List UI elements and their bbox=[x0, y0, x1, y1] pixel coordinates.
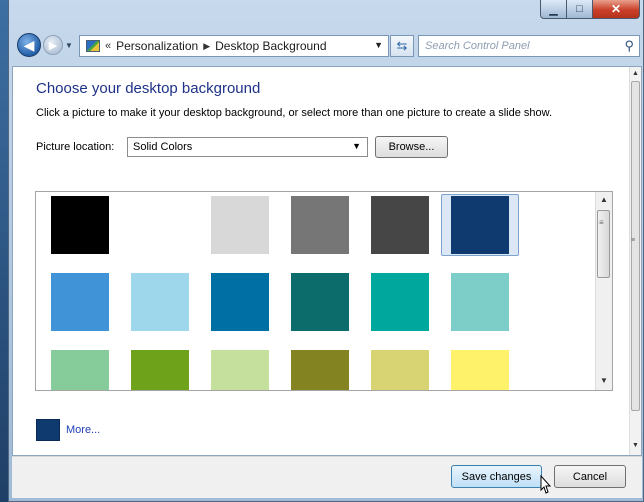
navigation-bar: ◀ ▶ ▼ « Personalization ▶ Desktop Backgr… bbox=[9, 29, 644, 63]
chevron-down-icon[interactable]: ▼ bbox=[352, 141, 361, 151]
color-swatch[interactable] bbox=[371, 350, 429, 390]
color-swatch[interactable] bbox=[131, 350, 189, 390]
color-swatch[interactable] bbox=[51, 273, 109, 331]
search-input[interactable] bbox=[419, 39, 617, 53]
color-swatch[interactable] bbox=[451, 196, 509, 254]
scroll-down-icon[interactable]: ▼ bbox=[632, 442, 639, 449]
refresh-icon: ⇆ bbox=[396, 38, 408, 53]
picture-location-label: Picture location: bbox=[36, 141, 115, 153]
scroll-up-icon[interactable]: ▲ bbox=[600, 195, 608, 204]
breadcrumb-separator-icon[interactable]: ▶ bbox=[203, 41, 210, 52]
search-icon[interactable]: ⚲ bbox=[624, 38, 634, 54]
color-swatch[interactable] bbox=[291, 350, 349, 390]
color-swatch[interactable] bbox=[451, 350, 509, 390]
address-bar[interactable]: « Personalization ▶ Desktop Background ▼ bbox=[79, 35, 389, 57]
page-title: Choose your desktop background bbox=[36, 80, 261, 97]
color-swatch[interactable] bbox=[51, 350, 109, 390]
grip-icon: ≡ bbox=[631, 237, 636, 244]
browse-button[interactable]: Browse... bbox=[375, 136, 448, 158]
color-swatch[interactable] bbox=[451, 273, 509, 331]
color-swatch[interactable] bbox=[371, 196, 429, 254]
minimize-button[interactable]: ▁ bbox=[540, 0, 567, 19]
scroll-down-icon[interactable]: ▼ bbox=[600, 376, 608, 385]
more-colors[interactable]: More... bbox=[36, 419, 100, 441]
color-swatch[interactable] bbox=[131, 196, 189, 254]
button-bar: Save changes Cancel bbox=[12, 456, 642, 498]
breadcrumb-overflow[interactable]: « bbox=[105, 40, 111, 52]
maximize-button[interactable]: □ bbox=[567, 0, 593, 19]
forward-button[interactable]: ▶ bbox=[43, 35, 63, 55]
color-swatch[interactable] bbox=[291, 273, 349, 331]
more-colors-link[interactable]: More... bbox=[66, 424, 100, 436]
grip-icon: ≡ bbox=[599, 218, 604, 227]
color-swatch[interactable] bbox=[51, 196, 109, 254]
color-swatch[interactable] bbox=[211, 196, 269, 254]
minimize-icon: ▁ bbox=[549, 3, 558, 16]
color-swatch[interactable] bbox=[211, 273, 269, 331]
address-dropdown-icon[interactable]: ▼ bbox=[374, 40, 383, 50]
page-scrollbar[interactable]: ▲ ≡ ▼ bbox=[629, 67, 641, 455]
back-button[interactable]: ◀ bbox=[17, 33, 41, 57]
color-swatch[interactable] bbox=[291, 196, 349, 254]
breadcrumb-desktop-background[interactable]: Desktop Background bbox=[215, 39, 326, 53]
color-swatch[interactable] bbox=[211, 350, 269, 390]
more-colors-swatch[interactable] bbox=[36, 419, 60, 441]
main-content: Choose your desktop background Click a p… bbox=[12, 66, 642, 456]
forward-arrow-icon: ▶ bbox=[48, 39, 58, 52]
page-instructions: Click a picture to make it your desktop … bbox=[36, 107, 553, 119]
mouse-pointer-icon bbox=[540, 475, 552, 494]
cancel-button[interactable]: Cancel bbox=[554, 465, 626, 488]
color-swatch[interactable] bbox=[371, 273, 429, 331]
control-panel-window: ▁ □ ✕ ◀ ▶ ▼ « Personalization ▶ Desktop … bbox=[8, 0, 644, 502]
maximize-icon: □ bbox=[576, 3, 583, 15]
recent-pages-dropdown[interactable]: ▼ bbox=[65, 41, 73, 50]
color-swatch-grid: ▲ ≡ ▼ bbox=[35, 191, 613, 391]
refresh-button[interactable]: ⇆ bbox=[390, 35, 414, 57]
close-icon: ✕ bbox=[610, 2, 622, 16]
picture-location-value: Solid Colors bbox=[133, 141, 193, 153]
search-box[interactable]: ⚲ bbox=[418, 35, 640, 57]
page-scroll-thumb[interactable] bbox=[631, 81, 640, 411]
color-swatch[interactable] bbox=[131, 273, 189, 331]
back-arrow-icon: ◀ bbox=[23, 36, 35, 53]
grid-scrollbar[interactable]: ▲ ≡ ▼ bbox=[595, 192, 612, 390]
picture-location-select[interactable]: Solid Colors ▼ bbox=[127, 137, 368, 157]
scroll-up-icon[interactable]: ▲ bbox=[632, 70, 639, 77]
close-button[interactable]: ✕ bbox=[593, 0, 640, 19]
breadcrumb-personalization[interactable]: Personalization bbox=[116, 39, 198, 53]
save-changes-button[interactable]: Save changes bbox=[451, 465, 542, 488]
window-caption-buttons: ▁ □ ✕ bbox=[540, 0, 640, 20]
control-panel-icon bbox=[86, 40, 100, 52]
